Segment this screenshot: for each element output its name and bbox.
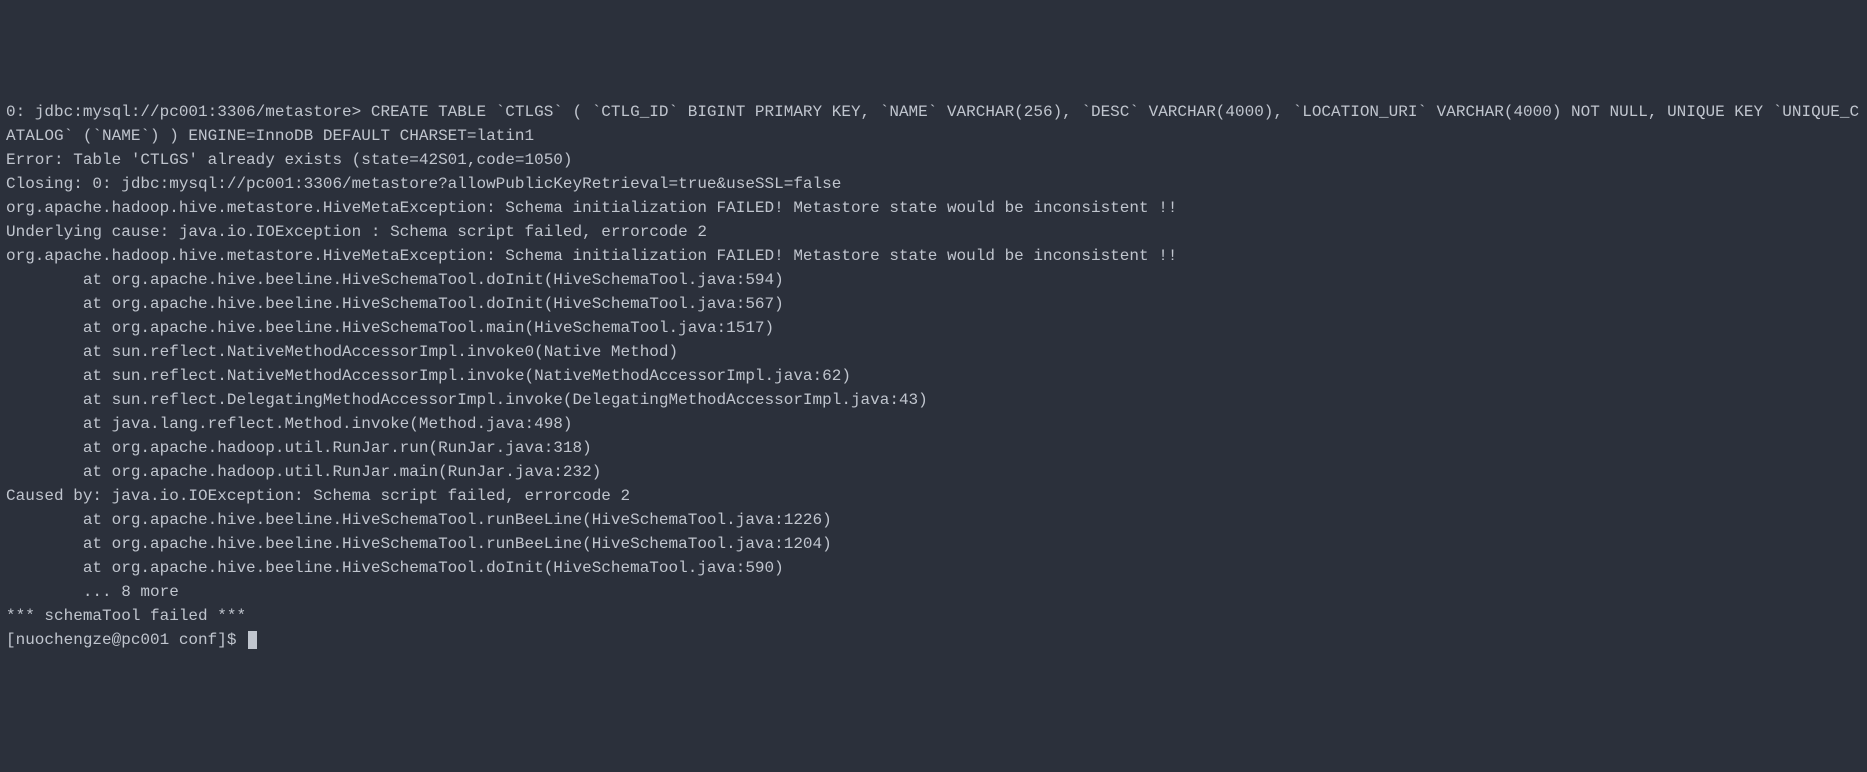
output-line: Error: Table 'CTLGS' already exists (sta…	[6, 148, 1861, 172]
cursor-icon	[248, 631, 257, 649]
output-line: at org.apache.hive.beeline.HiveSchemaToo…	[6, 268, 1861, 292]
output-line: at sun.reflect.NativeMethodAccessorImpl.…	[6, 364, 1861, 388]
output-line: at org.apache.hadoop.util.RunJar.run(Run…	[6, 436, 1861, 460]
output-line: org.apache.hadoop.hive.metastore.HiveMet…	[6, 196, 1861, 220]
output-line: Closing: 0: jdbc:mysql://pc001:3306/meta…	[6, 172, 1861, 196]
output-line: ... 8 more	[6, 580, 1861, 604]
output-line: *** schemaTool failed ***	[6, 604, 1861, 628]
output-line: at org.apache.hive.beeline.HiveSchemaToo…	[6, 532, 1861, 556]
output-line: at org.apache.hive.beeline.HiveSchemaToo…	[6, 292, 1861, 316]
prompt-line[interactable]: [nuochengze@pc001 conf]$	[6, 628, 1861, 652]
output-line: at sun.reflect.DelegatingMethodAccessorI…	[6, 388, 1861, 412]
terminal-output: 0: jdbc:mysql://pc001:3306/metastore> CR…	[6, 100, 1861, 652]
output-line: at org.apache.hive.beeline.HiveSchemaToo…	[6, 316, 1861, 340]
output-line: Underlying cause: java.io.IOException : …	[6, 220, 1861, 244]
output-line: at org.apache.hadoop.util.RunJar.main(Ru…	[6, 460, 1861, 484]
output-line: 0: jdbc:mysql://pc001:3306/metastore> CR…	[6, 100, 1861, 148]
output-line: at org.apache.hive.beeline.HiveSchemaToo…	[6, 556, 1861, 580]
output-line: org.apache.hadoop.hive.metastore.HiveMet…	[6, 244, 1861, 268]
output-line: at java.lang.reflect.Method.invoke(Metho…	[6, 412, 1861, 436]
output-line: Caused by: java.io.IOException: Schema s…	[6, 484, 1861, 508]
output-line: at sun.reflect.NativeMethodAccessorImpl.…	[6, 340, 1861, 364]
output-line: at org.apache.hive.beeline.HiveSchemaToo…	[6, 508, 1861, 532]
shell-prompt: [nuochengze@pc001 conf]$	[6, 631, 246, 649]
